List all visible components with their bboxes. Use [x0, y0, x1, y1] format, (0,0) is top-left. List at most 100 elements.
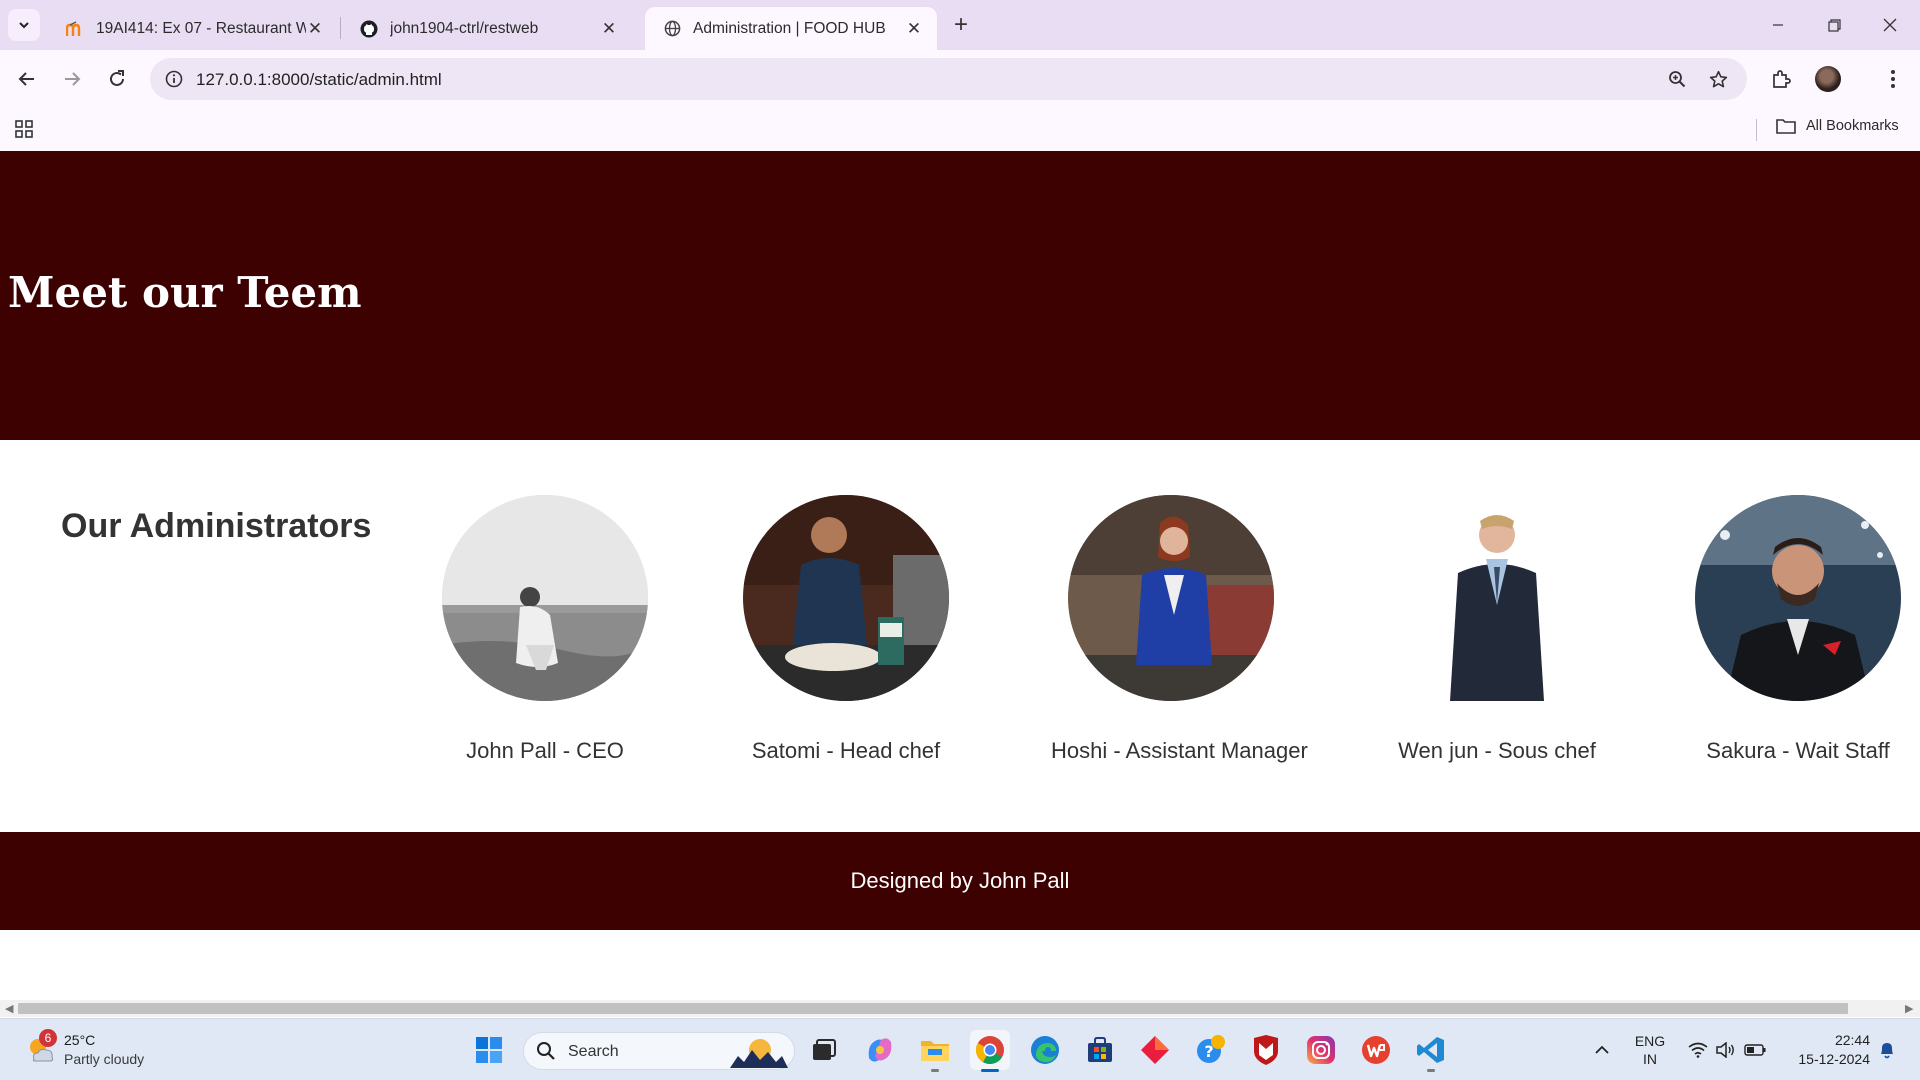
help-icon: ? — [1197, 1035, 1225, 1063]
apps-grid-icon[interactable] — [14, 119, 36, 141]
close-window-button[interactable] — [1862, 0, 1918, 50]
mcafee-button[interactable] — [1246, 1030, 1286, 1070]
member-photo — [1394, 495, 1600, 701]
task-view-button[interactable] — [804, 1030, 844, 1070]
notifications-button[interactable] — [1872, 1019, 1902, 1080]
file-explorer-button[interactable] — [915, 1030, 955, 1072]
instagram-button[interactable] — [1301, 1030, 1341, 1070]
tab-github[interactable]: john1904-ctrl/restweb ✕ — [342, 7, 632, 50]
bookmarks-bar: All Bookmarks — [0, 109, 1920, 151]
windows-logo-icon — [476, 1037, 502, 1063]
wps-office-button[interactable] — [1356, 1030, 1396, 1070]
show-hidden-icons-button[interactable] — [1590, 1019, 1614, 1080]
start-button[interactable] — [469, 1030, 509, 1070]
bookmarks-divider — [1756, 119, 1757, 141]
page-footer: Designed by John Pall — [0, 832, 1920, 930]
address-bar[interactable]: 127.0.0.1:8000/static/admin.html — [150, 58, 1747, 100]
running-indicator — [931, 1069, 939, 1072]
restore-icon — [1827, 18, 1841, 32]
active-app-indicator — [981, 1069, 999, 1072]
app-diamond-button[interactable] — [1135, 1030, 1175, 1070]
taskbar-search-box[interactable]: Search — [523, 1032, 795, 1070]
weather-condition: Partly cloudy — [64, 1051, 145, 1067]
tab-title: john1904-ctrl/restweb — [390, 19, 539, 37]
folder-icon — [921, 1041, 949, 1061]
horizontal-scrollbar[interactable]: ◀ ▶ — [0, 1000, 1920, 1017]
more-vertical-icon — [1891, 70, 1895, 88]
puzzle-icon — [1773, 70, 1791, 88]
clock-date: 15-12-2024 — [1798, 1051, 1870, 1067]
site-info-icon[interactable] — [162, 67, 186, 91]
chevron-up-icon — [1595, 1045, 1609, 1054]
vscode-icon — [1417, 1037, 1444, 1063]
moodle-icon — [66, 20, 84, 38]
weather-widget[interactable]: 6 25°C Partly cloudy — [20, 1029, 190, 1071]
tab-title: Administration | FOOD HUB — [693, 19, 886, 37]
globe-icon — [663, 20, 681, 38]
region-code: IN — [1643, 1051, 1657, 1067]
close-icon[interactable]: ✕ — [306, 19, 324, 38]
new-tab-button[interactable]: + — [946, 10, 976, 40]
clock-time: 22:44 — [1834, 1032, 1870, 1048]
svg-text:?: ? — [1204, 1042, 1213, 1061]
github-icon — [360, 20, 378, 38]
browser-tab-strip: 19AI414: Ex 07 - Restaurant We ✕ john190… — [0, 0, 1920, 50]
plus-icon: + — [953, 11, 968, 38]
member-name: Hoshi - Assistant Manager — [1051, 738, 1308, 763]
member-photo — [1068, 495, 1274, 701]
hero-title: Meet our Teem — [8, 268, 362, 317]
scroll-left-icon[interactable]: ◀ — [5, 1002, 13, 1015]
browser-menu-button[interactable] — [1876, 62, 1910, 96]
back-button[interactable] — [10, 62, 44, 96]
reload-button[interactable] — [100, 62, 134, 96]
scrollbar-thumb[interactable] — [18, 1003, 1848, 1014]
tab-moodle[interactable]: 19AI414: Ex 07 - Restaurant We ✕ — [48, 7, 338, 50]
store-button[interactable] — [1080, 1030, 1120, 1070]
arrow-left-icon — [18, 72, 34, 86]
vscode-button[interactable] — [1411, 1030, 1451, 1072]
diamond-app-icon — [1141, 1036, 1169, 1064]
tab-administration[interactable]: Administration | FOOD HUB ✕ — [645, 7, 937, 50]
member-name: John Pall - CEO — [466, 738, 624, 763]
tab-divider — [340, 17, 341, 39]
task-view-icon — [813, 1039, 836, 1060]
all-bookmarks-button[interactable]: All Bookmarks — [1776, 118, 1899, 134]
extensions-button[interactable] — [1764, 62, 1798, 96]
url-text[interactable]: 127.0.0.1:8000/static/admin.html — [196, 70, 442, 90]
member-name: Satomi - Head chef — [751, 738, 941, 763]
zoom-icon[interactable] — [1665, 67, 1689, 91]
minimize-button[interactable] — [1750, 0, 1806, 50]
system-status-button[interactable] — [1684, 1019, 1770, 1080]
windows-taskbar: 6 25°C Partly cloudy Search ? ENG IN 22:… — [0, 1018, 1920, 1080]
tab-search-button[interactable] — [8, 9, 40, 41]
chrome-button[interactable] — [970, 1030, 1010, 1072]
close-icon[interactable]: ✕ — [600, 19, 618, 38]
battery-icon — [1744, 1044, 1766, 1056]
input-language-indicator[interactable]: ENG IN — [1626, 1019, 1674, 1080]
close-icon — [1883, 18, 1897, 32]
avatar — [1815, 66, 1841, 92]
member-photo — [1695, 495, 1901, 701]
restore-button[interactable] — [1806, 0, 1862, 50]
hero-banner: Meet our Teem — [0, 151, 1920, 440]
minimize-icon — [1773, 24, 1783, 26]
footer-credit: Designed by John Pall — [850, 868, 1070, 893]
edge-icon — [1031, 1036, 1059, 1064]
bookmark-star-icon[interactable] — [1706, 67, 1730, 91]
close-icon[interactable]: ✕ — [905, 19, 923, 38]
profile-button[interactable] — [1811, 62, 1845, 96]
scroll-right-icon[interactable]: ▶ — [1905, 1002, 1913, 1015]
search-placeholder: Search — [568, 1043, 619, 1060]
clock-button[interactable]: 22:44 15-12-2024 — [1776, 1019, 1870, 1080]
running-indicator — [1427, 1069, 1435, 1072]
office-icon — [1362, 1036, 1390, 1064]
copilot-icon — [868, 1038, 892, 1062]
shield-icon — [1254, 1035, 1278, 1065]
edge-button[interactable] — [1025, 1030, 1065, 1070]
weather-badge: 6 — [39, 1029, 57, 1047]
tab-title: 19AI414: Ex 07 - Restaurant We — [96, 19, 306, 37]
copilot-button[interactable] — [860, 1030, 900, 1070]
forward-button[interactable] — [55, 62, 89, 96]
search-icon — [537, 1042, 555, 1060]
help-app-button[interactable]: ? — [1191, 1030, 1231, 1070]
